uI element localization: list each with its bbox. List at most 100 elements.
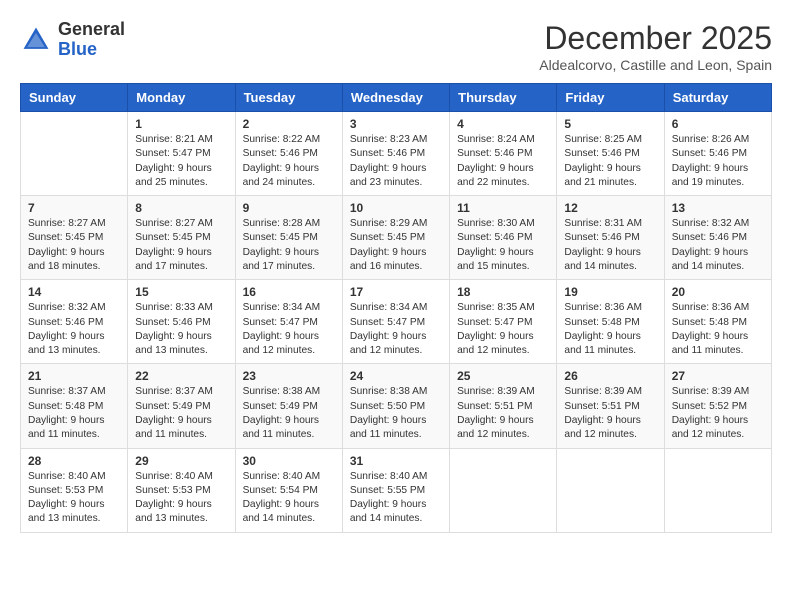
table-row: 7Sunrise: 8:27 AM Sunset: 5:45 PM Daylig… bbox=[21, 196, 128, 280]
day-number: 21 bbox=[28, 369, 120, 383]
day-header-tuesday: Tuesday bbox=[235, 84, 342, 112]
cell-content: Sunrise: 8:26 AM Sunset: 5:46 PM Dayligh… bbox=[672, 133, 764, 190]
cell-content: Sunrise: 8:38 AM Sunset: 5:50 PM Dayligh… bbox=[350, 385, 442, 442]
table-row: 14 Sunrise: 8:32 AM Sunset: 5:46 PM Dayli… bbox=[21, 280, 128, 364]
table-row: 26 Sunrise: 8:39 AM Sunset: 5:51 PM Dayli… bbox=[557, 364, 664, 448]
table-row: 24Sunrise: 8:38 AM Sunset: 5:50 PM Dayli… bbox=[342, 364, 449, 448]
title-area: December 2025 Aldealcorvo, Castille and … bbox=[539, 20, 772, 73]
table-row: 11 Sunrise: 8:30 AM Sunset: 5:46 PM Dayli… bbox=[450, 196, 557, 280]
logo-icon bbox=[20, 24, 52, 56]
day-header-thursday: Thursday bbox=[450, 84, 557, 112]
day-number: 4 bbox=[457, 117, 549, 131]
cell-content: Sunrise: 8:30 AM Sunset: 5:46 PM Dayligh… bbox=[457, 217, 549, 274]
day-number: 18 bbox=[457, 285, 549, 299]
week-row-2: 7Sunrise: 8:27 AM Sunset: 5:45 PM Daylig… bbox=[21, 196, 772, 280]
day-number: 3 bbox=[350, 117, 442, 131]
cell-content: Sunrise: 8:40 AM Sunset: 5:55 PM Dayligh… bbox=[350, 470, 442, 527]
day-header-sunday: Sunday bbox=[21, 84, 128, 112]
table-row: 21Sunrise: 8:37 AM Sunset: 5:48 PM Dayli… bbox=[21, 364, 128, 448]
day-number: 13 bbox=[672, 201, 764, 215]
day-number: 28 bbox=[28, 454, 120, 468]
table-row: 10 Sunrise: 8:29 AM Sunset: 5:45 PM Dayli… bbox=[342, 196, 449, 280]
table-row: 30 Sunrise: 8:40 AM Sunset: 5:54 PM Dayli… bbox=[235, 448, 342, 532]
table-row bbox=[450, 448, 557, 532]
day-number: 31 bbox=[350, 454, 442, 468]
table-row: 4 Sunrise: 8:24 AM Sunset: 5:46 PM Daylig… bbox=[450, 112, 557, 196]
table-row: 29Sunrise: 8:40 AM Sunset: 5:53 PM Dayli… bbox=[128, 448, 235, 532]
logo-blue: Blue bbox=[58, 39, 97, 59]
day-number: 26 bbox=[564, 369, 656, 383]
cell-content: Sunrise: 8:39 AM Sunset: 5:51 PM Dayligh… bbox=[564, 385, 656, 442]
table-row: 19Sunrise: 8:36 AM Sunset: 5:48 PM Dayli… bbox=[557, 280, 664, 364]
month-title: December 2025 bbox=[539, 20, 772, 57]
cell-content: Sunrise: 8:38 AM Sunset: 5:49 PM Dayligh… bbox=[243, 385, 335, 442]
table-row: 16Sunrise: 8:34 AM Sunset: 5:47 PM Dayli… bbox=[235, 280, 342, 364]
day-number: 25 bbox=[457, 369, 549, 383]
day-number: 10 bbox=[350, 201, 442, 215]
days-of-week-row: SundayMondayTuesdayWednesdayThursdayFrid… bbox=[21, 84, 772, 112]
cell-content: Sunrise: 8:25 AM Sunset: 5:46 PM Dayligh… bbox=[564, 133, 656, 190]
cell-content: Sunrise: 8:21 AM Sunset: 5:47 PM Dayligh… bbox=[135, 133, 227, 190]
cell-content: Sunrise: 8:35 AM Sunset: 5:47 PM Dayligh… bbox=[457, 301, 549, 358]
cell-content: Sunrise: 8:40 AM Sunset: 5:54 PM Dayligh… bbox=[243, 470, 335, 527]
logo-general: General bbox=[58, 19, 125, 39]
day-header-monday: Monday bbox=[128, 84, 235, 112]
table-row: 22 Sunrise: 8:37 AM Sunset: 5:49 PM Dayli… bbox=[128, 364, 235, 448]
table-row: 9 Sunrise: 8:28 AM Sunset: 5:45 PM Daylig… bbox=[235, 196, 342, 280]
cell-content: Sunrise: 8:37 AM Sunset: 5:49 PM Dayligh… bbox=[135, 385, 227, 442]
day-number: 23 bbox=[243, 369, 335, 383]
table-row: 17 Sunrise: 8:34 AM Sunset: 5:47 PM Dayli… bbox=[342, 280, 449, 364]
table-row: 20Sunrise: 8:36 AM Sunset: 5:48 PM Dayli… bbox=[664, 280, 771, 364]
table-row bbox=[21, 112, 128, 196]
table-row: 3 Sunrise: 8:23 AM Sunset: 5:46 PM Daylig… bbox=[342, 112, 449, 196]
day-number: 30 bbox=[243, 454, 335, 468]
cell-content: Sunrise: 8:40 AM Sunset: 5:53 PM Dayligh… bbox=[28, 470, 120, 527]
cell-content: Sunrise: 8:29 AM Sunset: 5:45 PM Dayligh… bbox=[350, 217, 442, 274]
cell-content: Sunrise: 8:39 AM Sunset: 5:51 PM Dayligh… bbox=[457, 385, 549, 442]
week-row-3: 14 Sunrise: 8:32 AM Sunset: 5:46 PM Dayli… bbox=[21, 280, 772, 364]
table-row bbox=[664, 448, 771, 532]
cell-content: Sunrise: 8:39 AM Sunset: 5:52 PM Dayligh… bbox=[672, 385, 764, 442]
table-row: 12Sunrise: 8:31 AM Sunset: 5:46 PM Dayli… bbox=[557, 196, 664, 280]
table-row: 31 Sunrise: 8:40 AM Sunset: 5:55 PM Dayli… bbox=[342, 448, 449, 532]
table-row: 1 Sunrise: 8:21 AM Sunset: 5:47 PM Daylig… bbox=[128, 112, 235, 196]
day-number: 1 bbox=[135, 117, 227, 131]
day-number: 11 bbox=[457, 201, 549, 215]
cell-content: Sunrise: 8:32 AM Sunset: 5:46 PM Dayligh… bbox=[28, 301, 120, 358]
day-number: 19 bbox=[564, 285, 656, 299]
calendar-body: 1 Sunrise: 8:21 AM Sunset: 5:47 PM Daylig… bbox=[21, 112, 772, 533]
week-row-5: 28 Sunrise: 8:40 AM Sunset: 5:53 PM Dayli… bbox=[21, 448, 772, 532]
cell-content: Sunrise: 8:28 AM Sunset: 5:45 PM Dayligh… bbox=[243, 217, 335, 274]
header: General Blue December 2025 Aldealcorvo, … bbox=[20, 20, 772, 73]
day-number: 20 bbox=[672, 285, 764, 299]
table-row: 23 Sunrise: 8:38 AM Sunset: 5:49 PM Dayli… bbox=[235, 364, 342, 448]
table-row bbox=[557, 448, 664, 532]
day-number: 7 bbox=[28, 201, 120, 215]
table-row: 18 Sunrise: 8:35 AM Sunset: 5:47 PM Dayli… bbox=[450, 280, 557, 364]
day-number: 2 bbox=[243, 117, 335, 131]
day-number: 6 bbox=[672, 117, 764, 131]
day-number: 27 bbox=[672, 369, 764, 383]
cell-content: Sunrise: 8:34 AM Sunset: 5:47 PM Dayligh… bbox=[350, 301, 442, 358]
day-number: 15 bbox=[135, 285, 227, 299]
table-row: 13 Sunrise: 8:32 AM Sunset: 5:46 PM Dayli… bbox=[664, 196, 771, 280]
table-row: 6 Sunrise: 8:26 AM Sunset: 5:46 PM Daylig… bbox=[664, 112, 771, 196]
day-number: 8 bbox=[135, 201, 227, 215]
day-number: 9 bbox=[243, 201, 335, 215]
day-number: 14 bbox=[28, 285, 120, 299]
cell-content: Sunrise: 8:32 AM Sunset: 5:46 PM Dayligh… bbox=[672, 217, 764, 274]
day-number: 17 bbox=[350, 285, 442, 299]
day-header-friday: Friday bbox=[557, 84, 664, 112]
week-row-1: 1 Sunrise: 8:21 AM Sunset: 5:47 PM Daylig… bbox=[21, 112, 772, 196]
week-row-4: 21Sunrise: 8:37 AM Sunset: 5:48 PM Dayli… bbox=[21, 364, 772, 448]
day-number: 5 bbox=[564, 117, 656, 131]
table-row: 5 Sunrise: 8:25 AM Sunset: 5:46 PM Daylig… bbox=[557, 112, 664, 196]
table-row: 28 Sunrise: 8:40 AM Sunset: 5:53 PM Dayli… bbox=[21, 448, 128, 532]
cell-content: Sunrise: 8:23 AM Sunset: 5:46 PM Dayligh… bbox=[350, 133, 442, 190]
cell-content: Sunrise: 8:31 AM Sunset: 5:46 PM Dayligh… bbox=[564, 217, 656, 274]
table-row: 8Sunrise: 8:27 AM Sunset: 5:45 PM Daylig… bbox=[128, 196, 235, 280]
day-header-saturday: Saturday bbox=[664, 84, 771, 112]
calendar-table: SundayMondayTuesdayWednesdayThursdayFrid… bbox=[20, 83, 772, 533]
day-number: 22 bbox=[135, 369, 227, 383]
cell-content: Sunrise: 8:24 AM Sunset: 5:46 PM Dayligh… bbox=[457, 133, 549, 190]
